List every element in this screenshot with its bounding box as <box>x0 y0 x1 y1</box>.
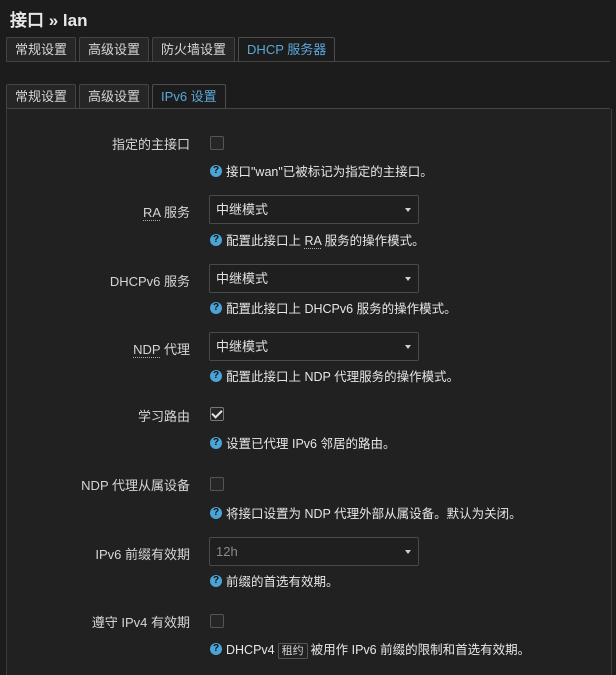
ndp-select[interactable]: 中继模式 <box>209 332 419 361</box>
tab-dhcp-server[interactable]: DHCP 服务器 <box>238 37 336 62</box>
ipv4-lifetime-label: 遵守 IPv4 有效期 <box>91 615 190 630</box>
dhcpv6-help: ? 配置此接口上 DHCPv6 服务的操作模式。 <box>210 298 457 317</box>
master-help: ? 接口"wan"已被标记为指定的主接口。 <box>210 161 433 180</box>
master-checkbox[interactable] <box>210 136 224 150</box>
question-circle-icon: ? <box>210 164 222 177</box>
dhcpv6-select[interactable]: 中继模式 <box>209 264 419 293</box>
ndp-slave-label: NDP 代理从属设备 <box>81 478 190 493</box>
ipv4-lifetime-help: ? DHCPv4 租约 被用作 IPv6 前缀的限制和首选有效期。 <box>210 639 530 659</box>
sub-tabs: 常规设置 高级设置 IPv6 设置 <box>6 84 226 109</box>
ndp-slave-checkbox[interactable] <box>210 477 224 491</box>
subtab-advanced[interactable]: 高级设置 <box>79 84 150 108</box>
learn-routes-help: ? 设置已代理 IPv6 邻居的路由。 <box>210 433 395 452</box>
question-circle-icon: ? <box>210 574 222 587</box>
question-circle-icon: ? <box>210 506 222 519</box>
learn-routes-checkbox[interactable] <box>210 407 224 421</box>
tab-advanced[interactable]: 高级设置 <box>79 37 150 61</box>
ipv6-prefix-help: ? 前缀的首选有效期。 <box>210 571 339 590</box>
question-circle-icon: ? <box>210 301 222 314</box>
tab-general[interactable]: 常规设置 <box>6 37 77 61</box>
ndp-slave-help: ? 将接口设置为 NDP 代理外部从属设备。默认为关闭。 <box>210 503 522 522</box>
ra-label: RA 服务 <box>143 205 190 221</box>
ipv6-settings-panel <box>6 109 612 675</box>
chevron-down-icon <box>405 345 411 349</box>
ndp-label: NDP 代理 <box>133 342 190 358</box>
page-title: 接口 » lan <box>10 11 88 30</box>
master-label: 指定的主接口 <box>111 137 190 152</box>
question-circle-icon: ? <box>210 369 222 382</box>
ipv4-lifetime-checkbox[interactable] <box>210 614 224 628</box>
ipv6-prefix-label: IPv6 前缀有效期 <box>95 547 190 562</box>
question-circle-icon: ? <box>210 233 222 246</box>
chevron-down-icon <box>405 208 411 212</box>
ndp-help: ? 配置此接口上 NDP 代理服务的操作模式。 <box>210 366 459 385</box>
ra-select[interactable]: 中继模式 <box>209 195 419 224</box>
tab-firewall[interactable]: 防火墙设置 <box>152 37 236 61</box>
main-tabs: 常规设置 高级设置 防火墙设置 DHCP 服务器 <box>6 37 336 62</box>
lease-term: 租约 <box>277 643 308 659</box>
ipv6-prefix-select[interactable]: 12h <box>209 537 419 566</box>
question-circle-icon: ? <box>210 436 222 449</box>
learn-routes-label: 学习路由 <box>137 409 190 424</box>
chevron-down-icon <box>405 277 411 281</box>
chevron-down-icon <box>405 550 411 554</box>
subtab-general[interactable]: 常规设置 <box>6 84 77 108</box>
ra-help: ? 配置此接口上 RA 服务的操作模式。 <box>210 230 425 249</box>
main-tabs-divider <box>6 61 610 62</box>
dhcpv6-label: DHCPv6 服务 <box>109 274 190 289</box>
question-circle-icon: ? <box>210 643 222 655</box>
subtab-ipv6[interactable]: IPv6 设置 <box>152 84 226 109</box>
